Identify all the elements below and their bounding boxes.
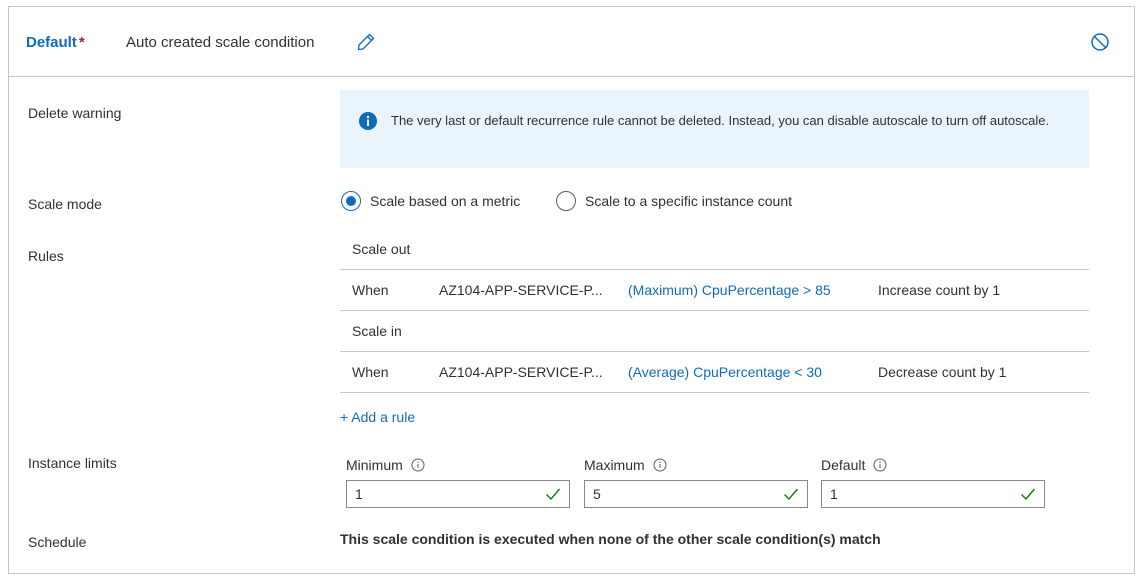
check-icon	[546, 488, 561, 501]
rules-label: Rules	[28, 248, 64, 264]
instance-limits-label: Instance limits	[28, 455, 117, 471]
scale-mode-label: Scale mode	[28, 196, 102, 212]
rule-when: When	[352, 364, 389, 380]
schedule-description: This scale condition is executed when no…	[340, 531, 881, 547]
info-icon[interactable]	[411, 458, 425, 472]
default-field[interactable]	[821, 480, 1045, 508]
default-label-text: Default	[821, 457, 866, 473]
condition-title: Default *	[26, 34, 85, 51]
info-icon[interactable]	[873, 458, 887, 472]
radio-label: Scale based on a metric	[370, 193, 521, 209]
radio-unselected-indicator	[556, 191, 576, 211]
radio-selected-indicator	[341, 191, 361, 211]
minimum-label-text: Minimum	[346, 457, 403, 473]
required-mark: *	[78, 34, 85, 51]
info-icon[interactable]	[653, 458, 667, 472]
rule-row-scale-out[interactable]: When AZ104-APP-SERVICE-P... (Maximum) Cp…	[340, 270, 1089, 311]
rules-list: Scale out When AZ104-APP-SERVICE-P... (M…	[340, 229, 1089, 393]
default-input[interactable]	[822, 481, 1010, 507]
rule-when: When	[352, 282, 389, 298]
rule-resource: AZ104-APP-SERVICE-P...	[439, 364, 603, 380]
rule-row-scale-in[interactable]: When AZ104-APP-SERVICE-P... (Average) Cp…	[340, 352, 1089, 393]
check-icon	[1021, 488, 1036, 501]
minimum-input[interactable]	[347, 481, 535, 507]
schedule-label: Schedule	[28, 534, 87, 550]
scale-out-heading: Scale out	[340, 229, 1089, 270]
delete-warning-label: Delete warning	[28, 105, 122, 121]
maximum-field[interactable]	[584, 480, 808, 508]
pencil-icon[interactable]	[356, 32, 376, 52]
radio-scale-metric[interactable]: Scale based on a metric	[341, 191, 520, 211]
maximum-label: Maximum	[584, 457, 667, 473]
condition-name: Auto created scale condition	[126, 34, 315, 51]
rule-resource: AZ104-APP-SERVICE-P...	[439, 282, 603, 298]
default-label: Default	[821, 457, 887, 473]
maximum-label-text: Maximum	[584, 457, 645, 473]
maximum-input[interactable]	[585, 481, 773, 507]
rule-metric-link[interactable]: (Average) CpuPercentage < 30	[628, 352, 822, 392]
disable-icon[interactable]	[1090, 32, 1110, 52]
scale-in-heading: Scale in	[340, 311, 1089, 352]
rule-action: Increase count by 1	[878, 282, 1001, 298]
radio-scale-instance-count[interactable]: Scale to a specific instance count	[556, 191, 792, 211]
warning-message: The very last or default recurrence rule…	[391, 113, 1050, 128]
rule-action: Decrease count by 1	[878, 364, 1007, 380]
check-icon	[784, 488, 799, 501]
add-rule-button[interactable]: + Add a rule	[340, 409, 415, 425]
rule-metric-link[interactable]: (Maximum) CpuPercentage > 85	[628, 270, 831, 310]
info-icon	[359, 112, 377, 130]
radio-label: Scale to a specific instance count	[585, 193, 793, 209]
delete-warning-bar: The very last or default recurrence rule…	[340, 90, 1089, 168]
condition-header: Default * Auto created scale condition	[9, 7, 1134, 77]
condition-title-text: Default	[26, 34, 77, 51]
minimum-field[interactable]	[346, 480, 570, 508]
minimum-label: Minimum	[346, 457, 425, 473]
scale-condition-panel: Default * Auto created scale condition De…	[8, 6, 1135, 574]
